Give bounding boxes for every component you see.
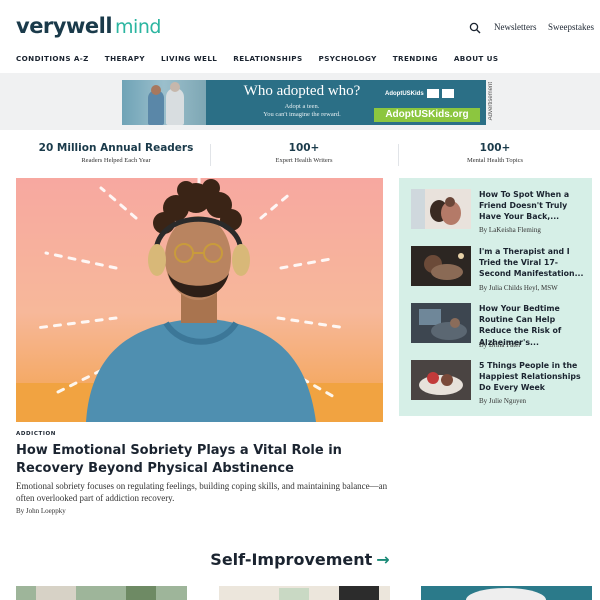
hero-title[interactable]: How Emotional Sobriety Plays a Vital Rol… <box>16 442 386 477</box>
nav-item-conditions[interactable]: CONDITIONS A-Z <box>16 54 89 63</box>
nav-item-trending[interactable]: TRENDING <box>393 54 438 63</box>
stat-label: Readers Helped Each Year <box>81 157 151 164</box>
article-author: By LaKeisha Fleming <box>479 226 541 234</box>
article-thumbnail <box>411 189 471 229</box>
ad-url-button[interactable]: AdoptUSKids.org <box>374 108 480 122</box>
ad-headline: Who adopted who? <box>243 83 361 99</box>
card-thumbnail[interactable] <box>421 586 592 600</box>
article-thumbnail <box>411 246 471 286</box>
ad-badge-icon <box>442 89 454 98</box>
sidebar-article[interactable]: How To Spot When a Friend Doesn't Truly … <box>411 189 585 237</box>
hero-image[interactable] <box>16 178 383 422</box>
ad-label: Advertisement <box>488 82 494 121</box>
stat-writers: 100+ Expert Health Writers <box>210 142 398 164</box>
ad-badge-icon <box>427 89 439 98</box>
sidebar-article[interactable]: How Your Bedtime Routine Can Help Reduce… <box>411 303 585 351</box>
nav-item-therapy[interactable]: THERAPY <box>105 54 145 63</box>
section-title-text: Self-Improvement <box>210 550 373 569</box>
article-thumbnail <box>411 303 471 343</box>
article-author: By Brina Patel <box>479 341 521 349</box>
site-header: verywell mind Newsletters Sweepstakes CON… <box>0 0 600 76</box>
article-author: By Julia Childs Heyl, MSW <box>479 284 558 292</box>
nav-item-living-well[interactable]: LIVING WELL <box>161 54 217 63</box>
stat-label: Mental Health Topics <box>466 157 524 164</box>
hero-description: Emotional sobriety focuses on regulating… <box>16 481 388 503</box>
nav-item-about-us[interactable]: ABOUT US <box>454 54 499 63</box>
article-author: By Julie Nguyen <box>479 397 527 405</box>
nav-item-relationships[interactable]: RELATIONSHIPS <box>233 54 302 63</box>
stat-label: Expert Health Writers <box>275 157 333 164</box>
logo-mind: mind <box>115 16 161 38</box>
newsletters-link[interactable]: Newsletters <box>494 22 537 32</box>
nav-item-psychology[interactable]: PSYCHOLOGY <box>319 54 377 63</box>
ad-subline-1: Adopt a teen. <box>284 103 320 110</box>
hero-illustration <box>16 178 383 422</box>
card-thumbnail[interactable] <box>219 586 390 600</box>
section-heading-self-improvement[interactable]: Self-Improvement → <box>0 550 600 569</box>
stat-number: 100+ <box>288 142 320 154</box>
stat-readers: 20 Million Annual Readers Readers Helped… <box>16 142 216 164</box>
main-nav: CONDITIONS A-Z THERAPY LIVING WELL RELAT… <box>16 54 514 63</box>
ad-brand: AdoptUSKids <box>385 91 424 97</box>
article-title: 5 Things People in the Happiest Relation… <box>479 361 581 393</box>
ad-subline-2: You can't imagine the reward. <box>263 111 341 118</box>
sweepstakes-link[interactable]: Sweepstakes <box>548 22 594 32</box>
sidebar-article[interactable]: I'm a Therapist and I Tried the Viral 17… <box>411 246 585 294</box>
logo-word: verywell <box>16 14 113 38</box>
card-thumbnail[interactable] <box>16 586 187 600</box>
sidebar-article[interactable]: 5 Things People in the Happiest Relation… <box>411 360 585 408</box>
sidebar-articles: How To Spot When a Friend Doesn't Truly … <box>399 178 592 416</box>
article-title: How To Spot When a Friend Doesn't Truly … <box>479 190 570 222</box>
article-title: I'm a Therapist and I Tried the Viral 17… <box>479 247 584 279</box>
stat-number: 20 Million Annual Readers <box>38 142 194 154</box>
site-logo[interactable]: verywell mind <box>16 14 161 38</box>
ad-banner[interactable]: Who adopted who? Adopt a teen. You can't… <box>122 80 486 125</box>
search-icon[interactable] <box>469 22 481 34</box>
stat-number: 100+ <box>479 142 511 154</box>
stat-topics: 100+ Mental Health Topics <box>398 142 592 164</box>
stats-bar: 20 Million Annual Readers Readers Helped… <box>16 142 592 172</box>
hero-category-tag[interactable]: ADDICTION <box>16 431 56 437</box>
article-thumbnail <box>411 360 471 400</box>
arrow-right-icon: → <box>376 550 390 569</box>
hero-byline: By John Loeppky <box>16 507 66 515</box>
ad-photo <box>122 80 206 125</box>
ad-strip: Who adopted who? Adopt a teen. You can't… <box>0 73 600 130</box>
